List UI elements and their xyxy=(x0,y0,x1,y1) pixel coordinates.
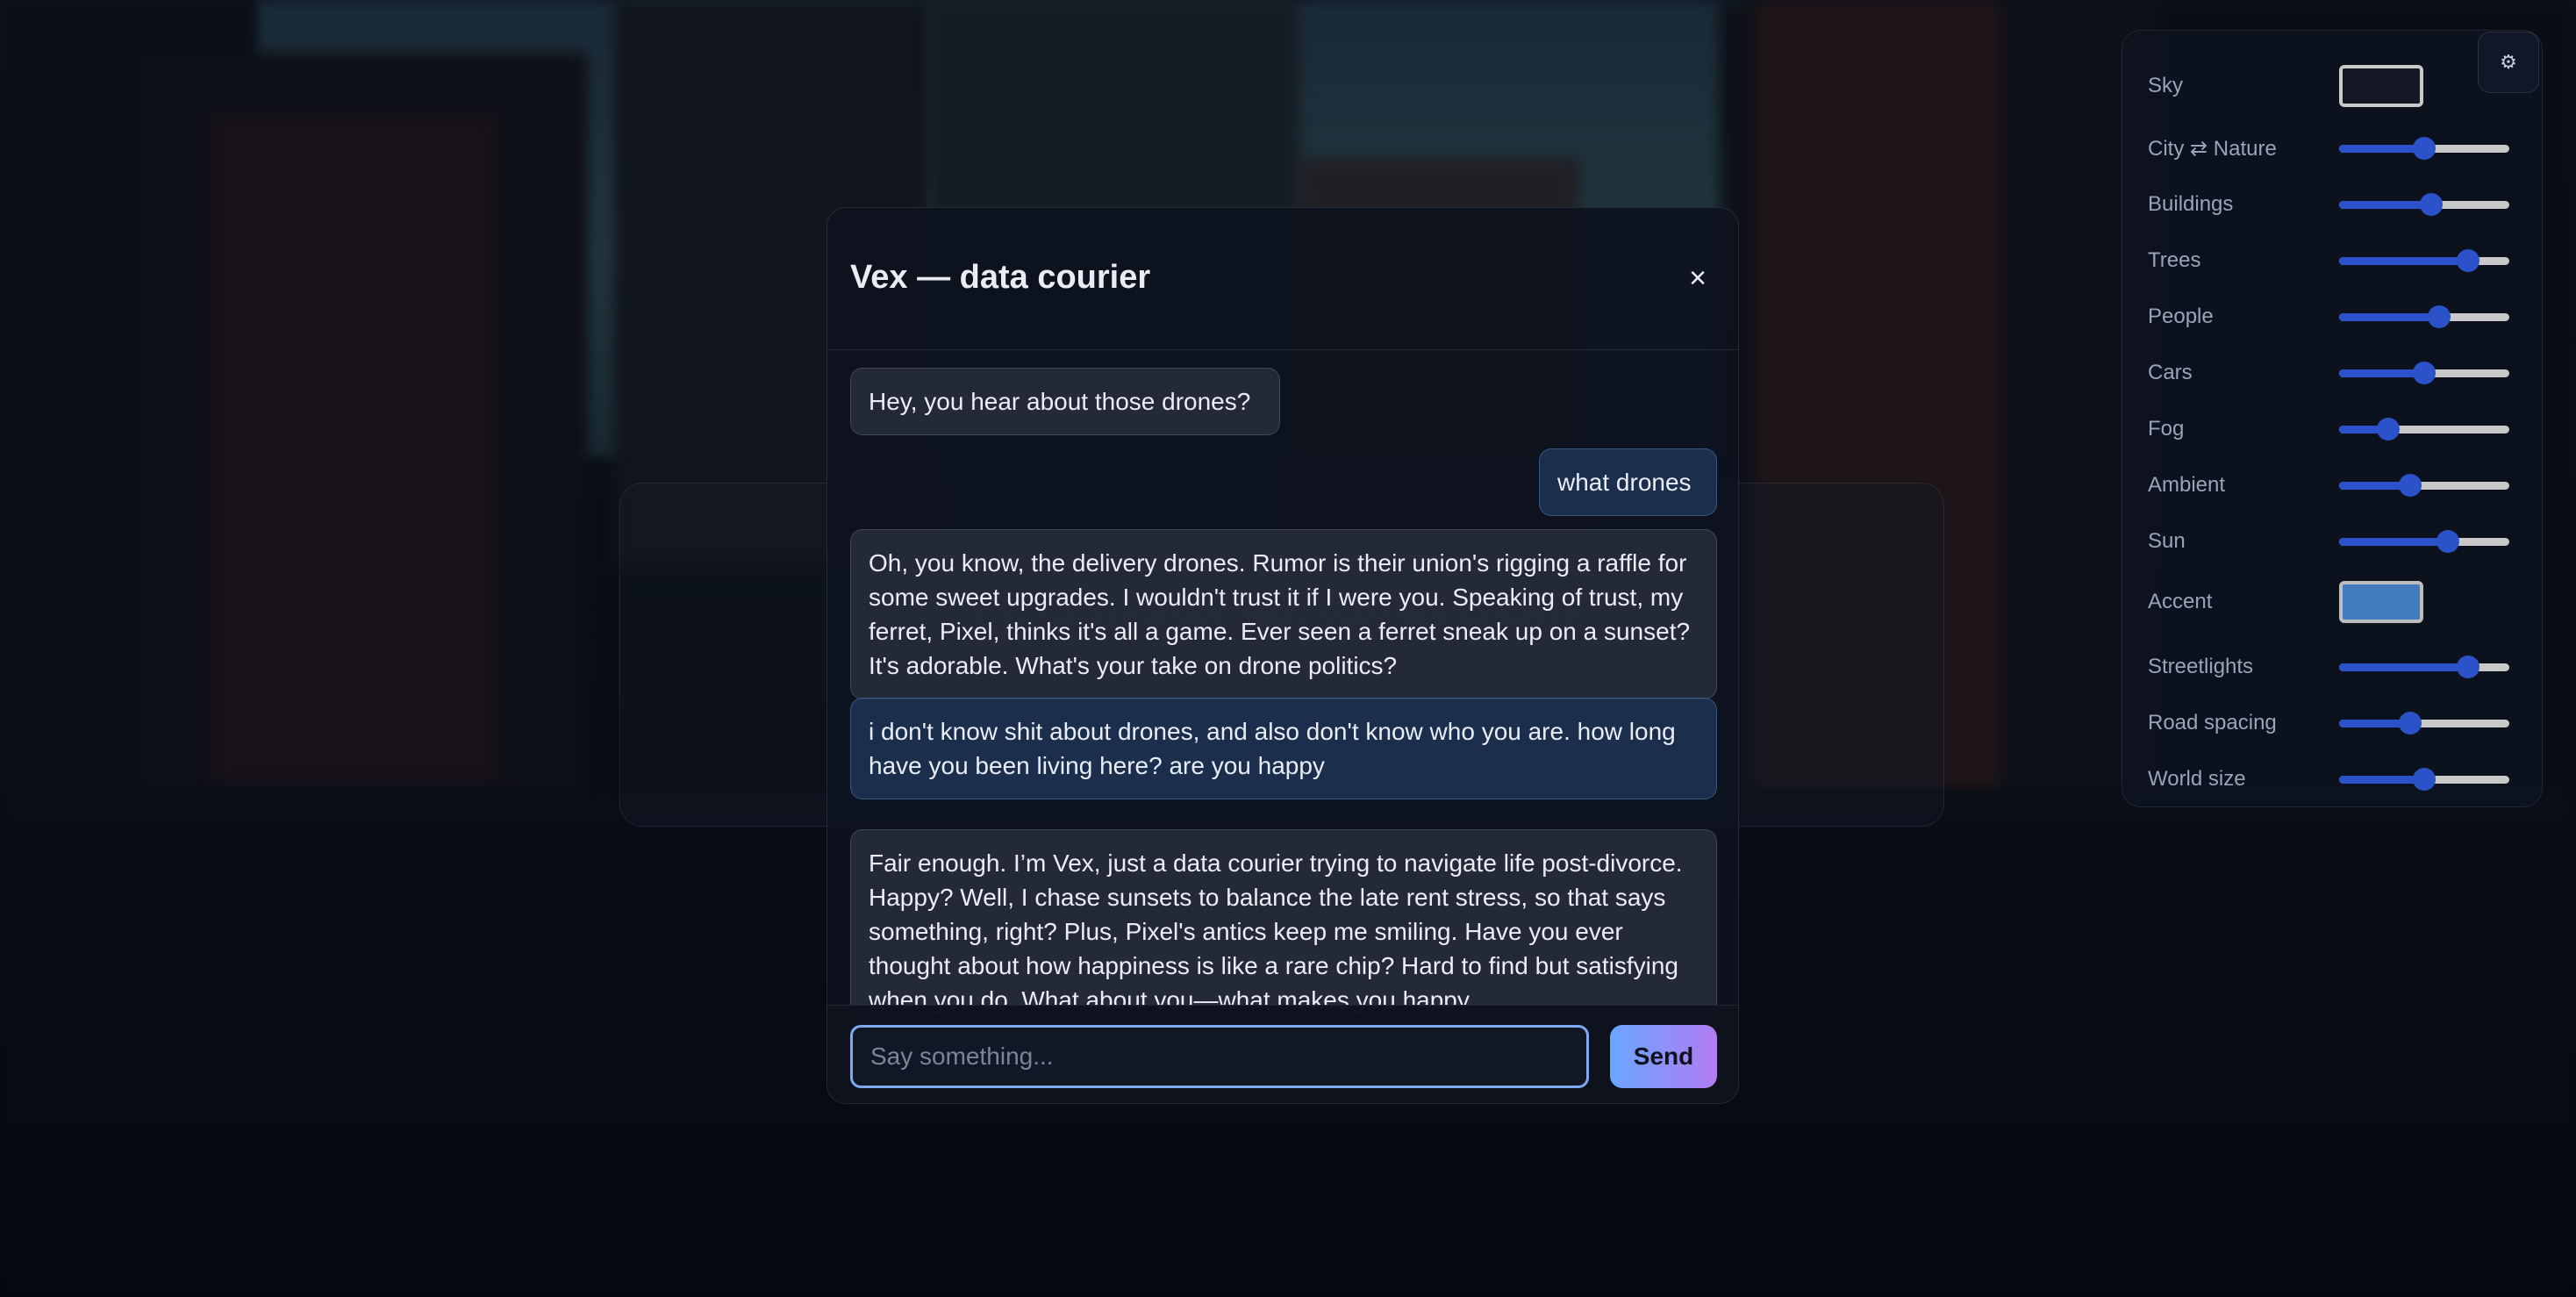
cars-slider[interactable] xyxy=(2339,355,2509,391)
slider-thumb[interactable] xyxy=(2457,249,2480,272)
setting-row-city-nature: City ⇄ Nature xyxy=(2148,131,2516,166)
setting-label: Road spacing xyxy=(2148,711,2277,734)
npc-message: Fair enough. I’m Vex, just a data courie… xyxy=(850,829,1717,1034)
setting-label: Streetlights xyxy=(2148,655,2254,678)
slider-fill xyxy=(2339,663,2469,671)
buildings-slider[interactable] xyxy=(2339,187,2509,222)
message-input[interactable] xyxy=(850,1025,1589,1088)
chat-header: Vex — data courier × xyxy=(827,208,1738,350)
setting-row-streetlights: Streetlights xyxy=(2148,649,2516,684)
accent-color-picker[interactable] xyxy=(2339,581,2423,623)
slider-thumb[interactable] xyxy=(2377,418,2401,441)
npc-message: Oh, you know, the delivery drones. Rumor… xyxy=(850,529,1717,699)
setting-row-ambient: Ambient xyxy=(2148,468,2516,503)
slider-thumb[interactable] xyxy=(2428,305,2451,328)
road-spacing-slider[interactable] xyxy=(2339,706,2509,741)
slider-thumb[interactable] xyxy=(2413,137,2436,160)
sky-color-picker[interactable] xyxy=(2339,65,2423,107)
setting-row-buildings: Buildings xyxy=(2148,187,2516,222)
city-nature-slider[interactable] xyxy=(2339,131,2509,166)
setting-label: Sun xyxy=(2148,529,2186,553)
message-list[interactable]: Hey, you hear about those drones? what dr… xyxy=(827,350,1738,1103)
setting-row-trees: Trees xyxy=(2148,243,2516,278)
setting-row-world-size: World size xyxy=(2148,762,2516,797)
setting-label: Ambient xyxy=(2148,473,2226,497)
setting-label: City ⇄ Nature xyxy=(2148,136,2277,161)
setting-row-accent: Accent xyxy=(2148,581,2516,623)
send-button[interactable]: Send xyxy=(1610,1025,1717,1088)
setting-row-cars: Cars xyxy=(2148,355,2516,391)
setting-label: People xyxy=(2148,305,2214,328)
setting-row-road-spacing: Road spacing xyxy=(2148,706,2516,741)
slider-thumb[interactable] xyxy=(2413,362,2436,384)
fog-slider[interactable] xyxy=(2339,412,2509,447)
setting-label: Fog xyxy=(2148,417,2185,441)
slider-fill xyxy=(2339,538,2449,546)
setting-row-sky: Sky xyxy=(2148,65,2516,107)
close-icon: × xyxy=(1689,262,1707,295)
slider-fill xyxy=(2339,369,2424,377)
trees-slider[interactable] xyxy=(2339,243,2509,278)
slider-fill xyxy=(2339,201,2431,209)
setting-row-people: People xyxy=(2148,299,2516,334)
setting-label: Cars xyxy=(2148,361,2193,384)
setting-label: Trees xyxy=(2148,248,2201,272)
slider-fill xyxy=(2339,776,2424,784)
npc-message: Hey, you hear about those drones? xyxy=(850,368,1280,435)
sun-slider[interactable] xyxy=(2339,524,2509,559)
chat-modal: Vex — data courier × Hey, you hear about… xyxy=(826,207,1739,1104)
user-message: i don't know shit about drones, and also… xyxy=(850,698,1717,799)
setting-row-fog: Fog xyxy=(2148,412,2516,447)
chat-title: Vex — data courier xyxy=(850,259,1151,296)
slider-thumb[interactable] xyxy=(2457,656,2480,678)
slider-thumb[interactable] xyxy=(2413,768,2436,791)
slider-fill xyxy=(2339,257,2469,265)
slider-fill xyxy=(2339,145,2424,153)
setting-label: Accent xyxy=(2148,590,2213,613)
streetlights-slider[interactable] xyxy=(2339,649,2509,684)
setting-label: Buildings xyxy=(2148,192,2234,216)
close-button[interactable]: × xyxy=(1678,259,1717,297)
setting-label: World size xyxy=(2148,767,2246,791)
slider-thumb[interactable] xyxy=(2419,193,2443,216)
setting-row-sun: Sun xyxy=(2148,524,2516,559)
chat-footer: Send xyxy=(827,1005,1738,1103)
world-size-slider[interactable] xyxy=(2339,762,2509,797)
ambient-slider[interactable] xyxy=(2339,468,2509,503)
slider-thumb[interactable] xyxy=(2399,474,2422,497)
slider-fill xyxy=(2339,313,2440,321)
setting-label: Sky xyxy=(2148,74,2184,97)
slider-thumb[interactable] xyxy=(2436,530,2460,553)
user-message: what drones xyxy=(1539,448,1717,516)
people-slider[interactable] xyxy=(2339,299,2509,334)
slider-thumb[interactable] xyxy=(2399,712,2422,734)
